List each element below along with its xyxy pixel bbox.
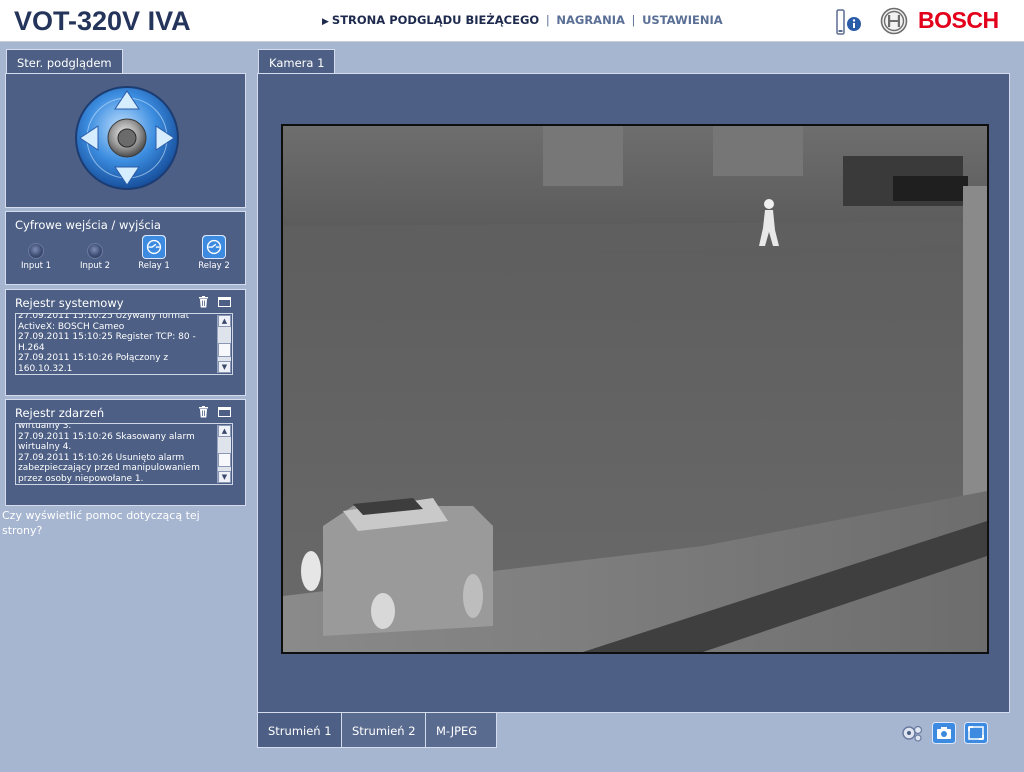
relay-toggle-icon[interactable]	[142, 235, 166, 259]
view-control-panel	[5, 73, 246, 208]
log-line: zabezpieczający przed manipulowaniem	[18, 463, 200, 473]
input-led-icon	[28, 243, 44, 259]
system-log-panel: Rejestr systemowy 27.09.2011 15:10:25 Uż…	[5, 289, 246, 396]
scroll-thumb[interactable]	[218, 343, 231, 357]
scroll-up-icon[interactable]: ▲	[218, 425, 231, 437]
settings-gear-icon[interactable]	[900, 722, 924, 744]
digital-io-panel: Cyfrowe wejścia / wyjścia Input 1 Input …	[5, 211, 246, 285]
system-log-box[interactable]: 27.09.2011 15:10:25 Używany format Activ…	[15, 313, 233, 375]
input-1: Input 1	[11, 239, 61, 271]
bosch-logo-icon	[880, 7, 908, 35]
event-log-panel: Rejestr zdarzeń wirtualny 3. 27.09.2011 …	[5, 399, 246, 506]
snapshot-camera-icon[interactable]	[932, 722, 956, 744]
system-log-lines: 27.09.2011 15:10:25 Używany format Activ…	[18, 313, 214, 374]
active-nav-arrow-icon: ▶	[322, 17, 329, 27]
input-2-label: Input 2	[79, 261, 111, 271]
tab-mjpeg[interactable]: M-JPEG	[425, 712, 497, 748]
video-toolbar	[900, 722, 988, 744]
log-line: 27.09.2011 15:10:26 Połączony z	[18, 353, 169, 363]
system-log-scrollbar[interactable]: ▲ ▼	[217, 315, 231, 373]
log-line: 27.09.2011 15:10:26 Usunięto alarm	[18, 452, 185, 463]
nav-separator: |	[545, 13, 550, 27]
trash-icon[interactable]	[197, 406, 210, 418]
event-log-tools	[197, 406, 231, 418]
relay-1[interactable]: Relay 1	[129, 235, 179, 271]
header: VOT-320V IVA ▶ STRONA PODGLĄDU BIEŻĄCEGO …	[0, 0, 1024, 42]
relay-2[interactable]: Relay 2	[189, 235, 239, 271]
input-led-icon	[87, 243, 103, 259]
nav-live-page[interactable]: STRONA PODGLĄDU BIEŻĄCEGO	[332, 13, 539, 27]
log-line: 27.09.2011 15:10:26 Skasowany alarm	[18, 431, 195, 442]
event-log-lines: wirtualny 3. 27.09.2011 15:10:26 Skasowa…	[18, 423, 214, 484]
main-nav: ▶ STRONA PODGLĄDU BIEŻĄCEGO | NAGRANIA | …	[322, 13, 723, 27]
digital-io-title: Cyfrowe wejścia / wyjścia	[15, 218, 161, 232]
nav-settings[interactable]: USTAWIENIA	[642, 13, 723, 27]
event-log-box[interactable]: wirtualny 3. 27.09.2011 15:10:26 Skasowa…	[15, 423, 233, 485]
log-line: wirtualny 3.	[18, 423, 72, 431]
event-log-scrollbar[interactable]: ▲ ▼	[217, 425, 231, 483]
scroll-down-icon[interactable]: ▼	[218, 471, 231, 483]
scroll-up-icon[interactable]: ▲	[218, 315, 231, 327]
log-line: 27.09.2011 15:10:25 Używany format	[18, 313, 190, 321]
log-line: 160.10.32.1	[18, 363, 73, 374]
main-area: Ster. podglądem Cyfrowe wejścia / wyjści…	[0, 42, 1024, 772]
relay-1-label: Relay 1	[138, 261, 170, 271]
log-line: H.264	[18, 342, 45, 353]
scroll-thumb[interactable]	[218, 453, 231, 467]
scroll-down-icon[interactable]: ▼	[218, 361, 231, 373]
nav-recordings[interactable]: NAGRANIA	[556, 13, 625, 27]
tab-view-control[interactable]: Ster. podglądem	[6, 49, 123, 75]
log-line: przez osoby niepowołane 1.	[18, 473, 144, 484]
input-1-label: Input 1	[20, 261, 52, 271]
event-log-title: Rejestr zdarzeń	[15, 406, 105, 420]
camera-panel	[257, 73, 1010, 713]
fullscreen-icon[interactable]	[964, 722, 988, 744]
relay-2-label: Relay 2	[198, 261, 230, 271]
input-2: Input 2	[70, 239, 120, 271]
nav-separator: |	[631, 13, 636, 27]
log-line: ActiveX: BOSCH Cameo	[18, 321, 125, 332]
window-icon[interactable]	[218, 296, 231, 308]
system-log-tools	[197, 296, 231, 308]
live-video-view[interactable]	[281, 124, 989, 654]
thermal-video-image	[283, 126, 987, 652]
ptz-joystick-icon[interactable]	[74, 85, 180, 191]
log-line: 27.09.2011 15:10:25 Register TCP: 80 -	[18, 332, 196, 342]
log-line: wirtualny 4.	[18, 442, 72, 452]
tab-stream-2[interactable]: Strumień 2	[341, 712, 427, 748]
bosch-logo: BOSCH	[918, 7, 999, 33]
tab-stream-1[interactable]: Strumień 1	[257, 712, 343, 748]
window-icon[interactable]	[218, 406, 231, 418]
relay-toggle-icon[interactable]	[202, 235, 226, 259]
info-icon[interactable]	[835, 8, 863, 36]
system-log-title: Rejestr systemowy	[15, 296, 124, 310]
trash-icon[interactable]	[197, 296, 210, 308]
help-link[interactable]: Czy wyświetlić pomoc dotyczącą tej stron…	[2, 508, 232, 538]
tab-camera-1[interactable]: Kamera 1	[258, 49, 336, 75]
product-title: VOT-320V IVA	[14, 6, 191, 36]
